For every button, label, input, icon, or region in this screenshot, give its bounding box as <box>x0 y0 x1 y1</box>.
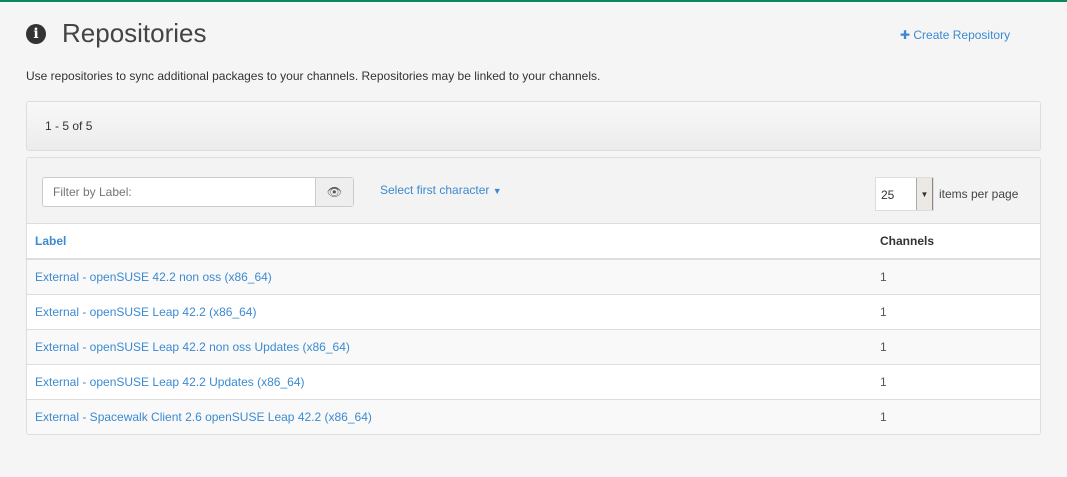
caret-down-icon: ▼ <box>492 186 502 196</box>
select-first-character-dropdown[interactable]: Select first character ▼ <box>380 183 502 197</box>
repositories-list-panel: 👁 Select first character ▼ 25▼ items per… <box>26 157 1041 435</box>
items-per-page: 25 ▼ items per page <box>875 177 1018 211</box>
dropdown-arrow-icon: ▼ <box>916 178 933 210</box>
list-toolbar: 👁 Select first character ▼ 25▼ items per… <box>27 158 1040 224</box>
channels-count: 1 <box>872 294 1040 330</box>
eye-icon[interactable]: 👁 <box>315 178 353 206</box>
channels-count: 1 <box>872 259 1040 295</box>
repository-link[interactable]: External - openSUSE 42.2 non oss (x86_64… <box>35 270 272 284</box>
items-per-page-select[interactable]: 25 ▼ <box>875 177 934 211</box>
column-header-channels: Channels <box>872 224 1040 260</box>
filter-input[interactable] <box>43 178 315 206</box>
page-description: Use repositories to sync additional pack… <box>26 69 601 83</box>
channels-count: 1 <box>872 399 1040 434</box>
create-repository-button[interactable]: ✚ Create Repository <box>900 28 1010 42</box>
page-title: Repositories <box>62 18 207 48</box>
plus-icon: ✚ <box>900 28 914 42</box>
table-row: External - openSUSE Leap 42.2 Updates (x… <box>27 364 1040 400</box>
items-per-page-label: items per page <box>939 187 1019 201</box>
info-icon: i <box>26 23 46 44</box>
channels-count: 1 <box>872 364 1040 400</box>
table-row: External - openSUSE Leap 42.2 (x86_64) 1 <box>27 294 1040 330</box>
table-row: External - openSUSE 42.2 non oss (x86_64… <box>27 259 1040 295</box>
page-header: i Repositories <box>26 18 207 49</box>
column-header-label[interactable]: Label <box>27 224 872 260</box>
pagination-panel: 1 - 5 of 5 <box>26 101 1041 151</box>
pagination-range: 1 - 5 of 5 <box>45 119 93 133</box>
table-row: External - Spacewalk Client 2.6 openSUSE… <box>27 399 1040 434</box>
repository-link[interactable]: External - openSUSE Leap 42.2 Updates (x… <box>35 375 305 389</box>
filter-group: 👁 <box>42 177 354 207</box>
repository-link[interactable]: External - Spacewalk Client 2.6 openSUSE… <box>35 410 372 424</box>
repository-link[interactable]: External - openSUSE Leap 42.2 non oss Up… <box>35 340 350 354</box>
table-row: External - openSUSE Leap 42.2 non oss Up… <box>27 329 1040 365</box>
repositories-table: Label Channels External - openSUSE 42.2 … <box>27 224 1040 434</box>
channels-count: 1 <box>872 329 1040 365</box>
repository-link[interactable]: External - openSUSE Leap 42.2 (x86_64) <box>35 305 256 319</box>
